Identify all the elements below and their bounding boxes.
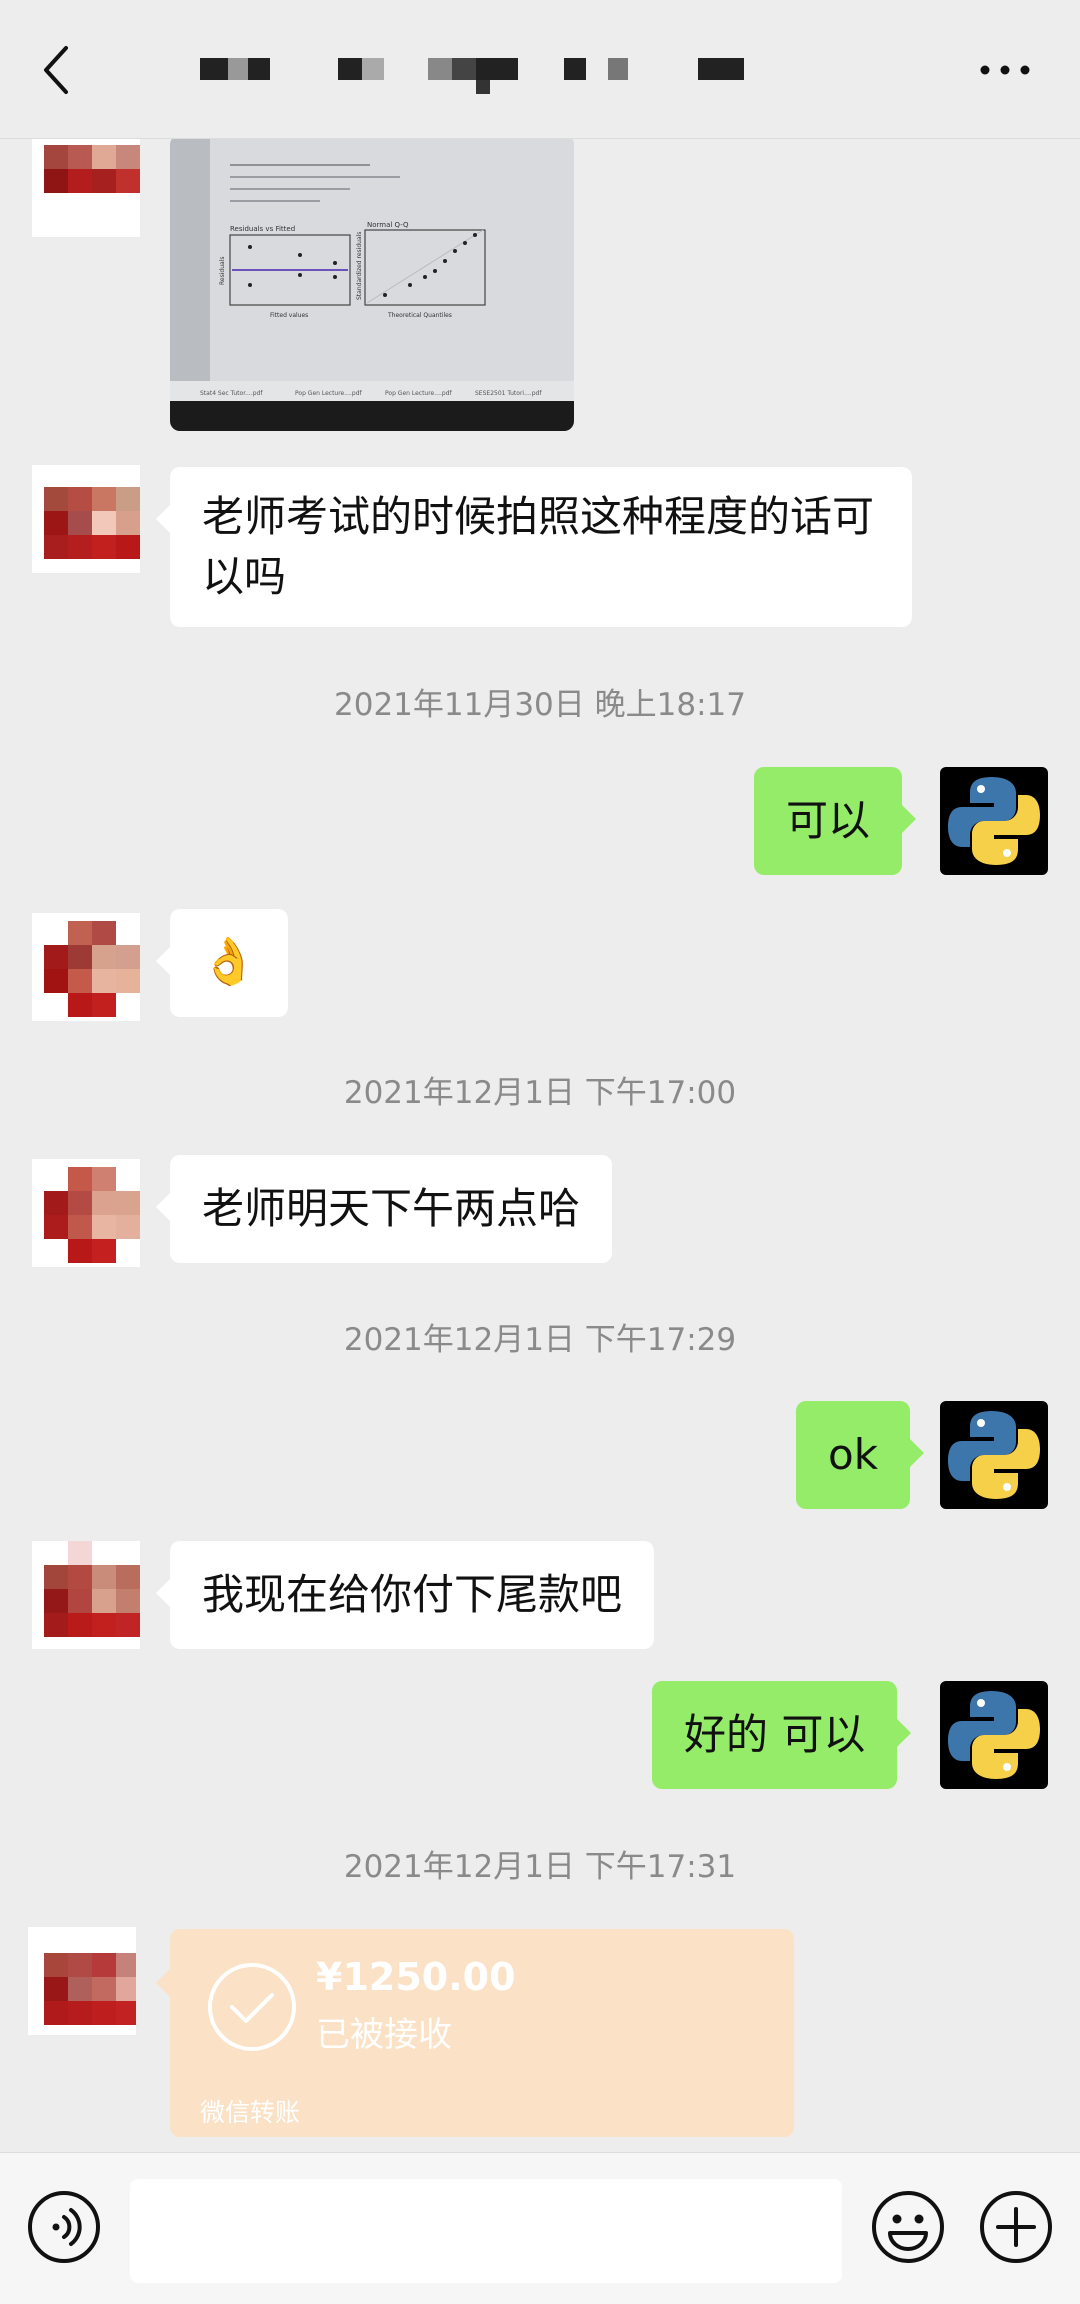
python-logo-icon [948, 1691, 1040, 1779]
message-bubble-outgoing[interactable]: 好的 可以 [652, 1681, 912, 1789]
pdf-tab-1: Stat4 Sec Tutor....pdf [200, 390, 263, 397]
message-text: 好的 可以 [684, 1710, 866, 1759]
wechat-transfer-card[interactable]: ¥1250.00 已被接收 微信转账 [156, 1929, 794, 2137]
transfer-amount: ¥1250.00 [316, 1955, 516, 1999]
more-options-icon[interactable] [975, 60, 1035, 80]
python-logo-avatar[interactable] [940, 767, 1048, 875]
back-arrow-icon[interactable] [32, 40, 92, 100]
add-more-icon[interactable] [978, 2189, 1054, 2265]
contact-avatar[interactable] [32, 1541, 140, 1649]
plot1-xlabel: Fitted values [270, 312, 308, 319]
message-text: 老师明天下午两点哈 [202, 1184, 581, 1233]
message-text: 我现在给你付下尾款吧 [202, 1570, 623, 1619]
contact-avatar[interactable] [32, 1159, 140, 1267]
pdf-tab-4: SESE2501 Tutori....pdf [475, 390, 542, 397]
message-text: 老师考试的时候拍照这种程度的话可以吗 [202, 492, 875, 601]
input-bar [0, 2152, 1080, 2304]
pdf-tab-2: Pop Gen Lecture....pdf [295, 390, 362, 397]
timestamp: 2021年12月1日 下午17:00 [343, 1075, 737, 1111]
contact-avatar[interactable] [32, 465, 140, 573]
message-bubble-incoming[interactable]: 我现在给你付下尾款吧 [155, 1541, 655, 1649]
chat-title-redacted [200, 58, 760, 94]
plot2-title: Normal Q-Q [367, 221, 409, 229]
plot2-ylabel: Standardized residuals [356, 232, 363, 300]
pdf-tab-3: Pop Gen Lecture....pdf [385, 390, 452, 397]
message-text: ok [828, 1430, 879, 1479]
emoji-icon[interactable] [870, 2189, 946, 2265]
plot2-xlabel: Theoretical Quantiles [387, 312, 452, 319]
shared-photo[interactable]: Residuals vs Fitted Fitted values Residu… [170, 139, 574, 431]
voice-input-icon[interactable] [26, 2189, 102, 2265]
regression-plots-photo: Residuals vs Fitted Fitted values Residu… [170, 139, 574, 431]
transfer-label: 微信转账 [200, 2098, 301, 2127]
top-bar [0, 0, 1080, 139]
python-logo-avatar[interactable] [940, 1401, 1048, 1509]
chat-area[interactable]: Residuals vs Fitted Fitted values Residu… [0, 139, 1080, 2151]
timestamp: 2021年11月30日 晚上18:17 [334, 687, 746, 723]
message-bubble-incoming[interactable]: 老师明天下午两点哈 [155, 1155, 613, 1263]
message-text: 可以 [786, 796, 871, 845]
plot1-ylabel: Residuals [219, 257, 226, 285]
timestamp: 2021年12月1日 下午17:29 [343, 1322, 737, 1358]
message-bubble-incoming[interactable]: 老师考试的时候拍照这种程度的话可以吗 [156, 467, 912, 627]
ok-hand-emoji: 👌 [200, 934, 258, 988]
check-circle-icon [208, 1963, 296, 2051]
contact-avatar[interactable] [32, 139, 140, 237]
plot1-title: Residuals vs Fitted [230, 225, 295, 233]
python-logo-avatar[interactable] [940, 1681, 1048, 1789]
message-bubble-outgoing[interactable]: 可以 [754, 767, 917, 875]
message-bubble-outgoing[interactable]: ok [796, 1401, 925, 1509]
timestamp: 2021年12月1日 下午17:31 [343, 1849, 737, 1885]
contact-avatar[interactable] [28, 1927, 136, 2035]
message-input[interactable] [130, 2179, 842, 2283]
message-bubble-incoming[interactable]: 👌 [156, 909, 288, 1017]
python-logo-icon [948, 777, 1040, 865]
transfer-status: 已被接收 [316, 2015, 452, 2055]
contact-avatar[interactable] [32, 913, 140, 1021]
python-logo-icon [948, 1411, 1040, 1499]
